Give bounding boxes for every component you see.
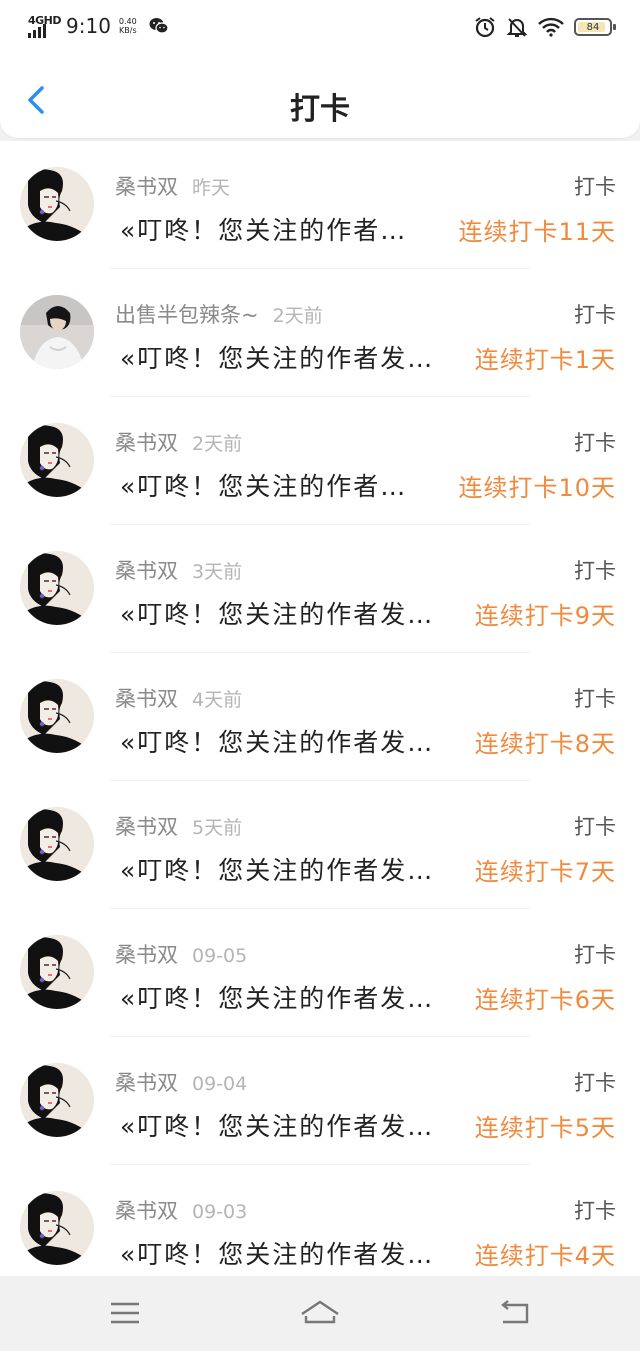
home-icon[interactable] — [298, 1296, 342, 1330]
checkin-tag: 打卡 — [574, 943, 616, 967]
net-speed: 0.40 KB/s — [118, 17, 137, 35]
streak-badge: 连续打卡8天 — [474, 730, 616, 758]
post-time: 2天前 — [272, 305, 323, 327]
author-name: 桑书双 09-05 — [115, 943, 248, 967]
streak-badge: 连续打卡7天 — [474, 858, 616, 886]
streak-badge: 连续打卡11天 — [458, 218, 616, 246]
author-name: 桑书双 09-04 — [115, 1071, 248, 1095]
post-time: 09-04 — [192, 1073, 248, 1095]
avatar[interactable] — [20, 1063, 94, 1137]
system-nav-bar — [0, 1276, 640, 1351]
checkin-tag: 打卡 — [574, 1199, 616, 1223]
back-icon[interactable] — [495, 1296, 535, 1330]
page-header: 打卡 — [0, 60, 640, 138]
streak-badge: 连续打卡9天 — [474, 602, 616, 630]
signal-icon: 4GHD — [28, 14, 62, 38]
streak-badge: 连续打卡4天 — [474, 1242, 616, 1270]
streak-badge: 连续打卡10天 — [458, 474, 616, 502]
author-name: 桑书双 09-03 — [115, 1199, 248, 1223]
streak-badge: 连续打卡1天 — [474, 346, 616, 374]
list-item[interactable]: 桑书双 09-04 打卡 «叮咚！您关注的作者发… 连续打卡5天 — [0, 1037, 640, 1165]
menu-icon[interactable] — [105, 1296, 145, 1330]
message-preview: «叮咚！您关注的作者发… — [120, 1112, 435, 1141]
avatar[interactable] — [20, 295, 94, 369]
post-time: 2天前 — [192, 433, 243, 455]
avatar[interactable] — [20, 1191, 94, 1265]
author-name: 出售半包辣条~ 2天前 — [115, 303, 323, 327]
post-time: 09-05 — [192, 945, 248, 967]
alarm-icon — [475, 17, 495, 38]
page-title: 打卡 — [290, 92, 350, 127]
list-item[interactable]: 桑书双 4天前 打卡 «叮咚！您关注的作者发… 连续打卡8天 — [0, 653, 640, 781]
wechat-icon — [149, 18, 169, 34]
post-time: 5天前 — [192, 817, 243, 839]
message-preview: «叮咚！您关注的作者发… — [120, 600, 435, 629]
author-name: 桑书双 昨天 — [115, 175, 231, 199]
message-preview: «叮咚！您关注的作者发… — [120, 728, 435, 757]
list-item[interactable]: 桑书双 昨天 打卡 «叮咚！您关注的作者… 连续打卡11天 — [0, 141, 640, 269]
message-preview: «叮咚！您关注的作者发… — [120, 344, 435, 373]
post-time: 4天前 — [192, 689, 243, 711]
avatar[interactable] — [20, 679, 94, 753]
author-name: 桑书双 3天前 — [115, 559, 243, 583]
checkin-tag: 打卡 — [574, 431, 616, 455]
list-item[interactable]: 桑书双 3天前 打卡 «叮咚！您关注的作者发… 连续打卡9天 — [0, 525, 640, 653]
avatar[interactable] — [20, 167, 94, 241]
avatar[interactable] — [20, 551, 94, 625]
streak-badge: 连续打卡5天 — [474, 1114, 616, 1142]
checkin-tag: 打卡 — [574, 303, 616, 327]
checkin-tag: 打卡 — [574, 815, 616, 839]
wifi-icon — [538, 17, 564, 37]
post-time: 昨天 — [192, 177, 231, 199]
list-item[interactable]: 出售半包辣条~ 2天前 打卡 «叮咚！您关注的作者发… 连续打卡1天 — [0, 269, 640, 397]
checkin-tag: 打卡 — [574, 175, 616, 199]
list-item[interactable]: 桑书双 2天前 打卡 «叮咚！您关注的作者… 连续打卡10天 — [0, 397, 640, 525]
post-time: 3天前 — [192, 561, 243, 583]
message-preview: «叮咚！您关注的作者… — [120, 472, 408, 501]
checkin-feed: 桑书双 昨天 打卡 «叮咚！您关注的作者… 连续打卡11天 出售半包辣条~ 2天前 … — [0, 141, 640, 1276]
checkin-tag: 打卡 — [574, 559, 616, 583]
list-item[interactable]: 桑书双 5天前 打卡 «叮咚！您关注的作者发… 连续打卡7天 — [0, 781, 640, 909]
avatar[interactable] — [20, 807, 94, 881]
streak-badge: 连续打卡6天 — [474, 986, 616, 1014]
checkin-tag: 打卡 — [574, 1071, 616, 1095]
mute-icon — [506, 18, 528, 37]
message-preview: «叮咚！您关注的作者… — [120, 216, 408, 245]
message-preview: «叮咚！您关注的作者发… — [120, 1240, 435, 1269]
message-preview: «叮咚！您关注的作者发… — [120, 856, 435, 885]
author-name: 桑书双 4天前 — [115, 687, 243, 711]
message-preview: «叮咚！您关注的作者发… — [120, 984, 435, 1013]
author-name: 桑书双 2天前 — [115, 431, 243, 455]
checkin-tag: 打卡 — [574, 687, 616, 711]
status-bar: 4GHD 9:10 0.40 KB/s 84 — [0, 0, 640, 60]
list-item[interactable]: 桑书双 09-03 打卡 «叮咚！您关注的作者发… 连续打卡4天 — [0, 1165, 640, 1276]
battery-icon: 84 — [574, 18, 616, 36]
avatar[interactable] — [20, 423, 94, 497]
post-time: 09-03 — [192, 1201, 248, 1223]
avatar[interactable] — [20, 935, 94, 1009]
clock: 9:10 — [66, 14, 111, 38]
list-item[interactable]: 桑书双 09-05 打卡 «叮咚！您关注的作者发… 连续打卡6天 — [0, 909, 640, 1037]
author-name: 桑书双 5天前 — [115, 815, 243, 839]
